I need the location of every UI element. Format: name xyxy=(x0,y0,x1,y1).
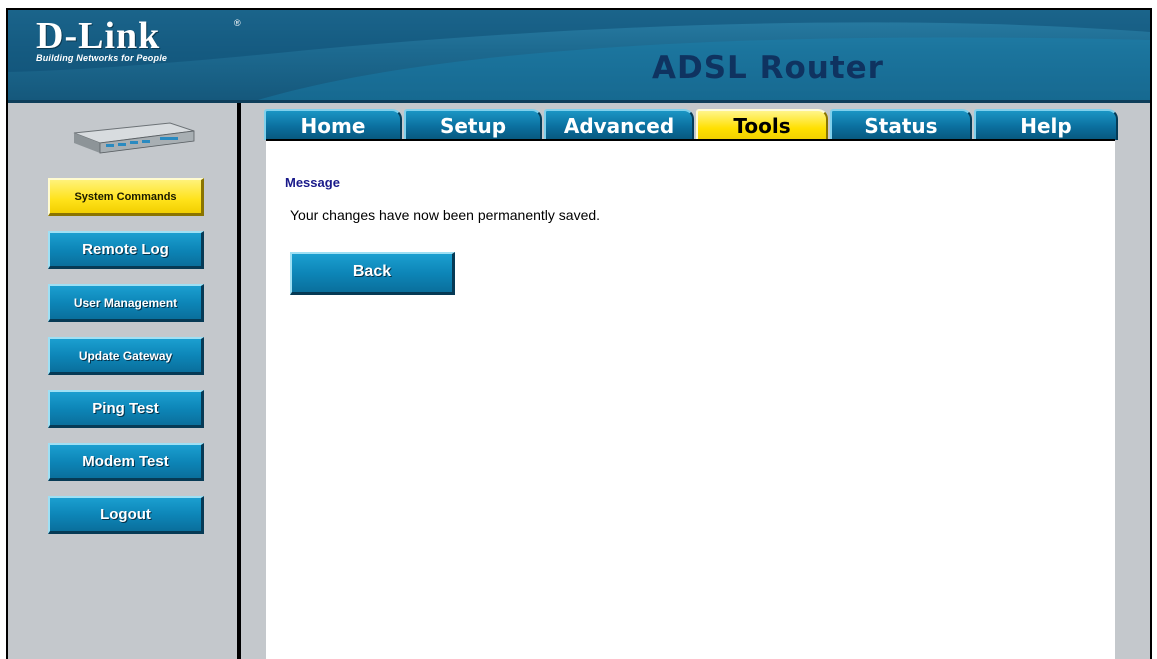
sidebar-item-user-management[interactable]: User Management xyxy=(48,284,204,322)
message-heading: Message xyxy=(285,175,340,190)
dlink-logo: D-Link ® Building Networks for People xyxy=(36,15,241,63)
header-banner: D-Link ® Building Networks for People AD… xyxy=(8,10,1150,103)
logo-wordmark: D-Link xyxy=(36,15,161,57)
message-text: Your changes have now been permanently s… xyxy=(290,207,601,223)
main-tab-bar: Home Setup Advanced Tools Status Help xyxy=(264,109,1120,142)
product-title: ADSL Router xyxy=(652,50,884,86)
tab-home[interactable]: Home xyxy=(264,109,402,140)
sidebar-divider xyxy=(237,103,241,659)
tab-advanced[interactable]: Advanced xyxy=(544,109,694,140)
router-window: D-Link ® Building Networks for People AD… xyxy=(6,8,1152,659)
router-device-icon xyxy=(73,122,195,154)
sidebar-item-system-commands[interactable]: System Commands xyxy=(48,178,204,216)
tab-help[interactable]: Help xyxy=(974,109,1118,140)
right-margin xyxy=(1115,103,1150,659)
content-panel: Message Your changes have now been perma… xyxy=(266,139,1115,659)
tab-status[interactable]: Status xyxy=(830,109,972,140)
logo-registered-mark: ® xyxy=(234,18,241,28)
sidebar-item-ping-test[interactable]: Ping Test xyxy=(48,390,204,428)
sidebar-item-logout[interactable]: Logout xyxy=(48,496,204,534)
tab-setup[interactable]: Setup xyxy=(404,109,542,140)
tab-tools[interactable]: Tools xyxy=(696,109,828,140)
sidebar-item-modem-test[interactable]: Modem Test xyxy=(48,443,204,481)
sidebar-item-remote-log[interactable]: Remote Log xyxy=(48,231,204,269)
sidebar: System Commands Remote Log User Manageme… xyxy=(8,103,234,659)
header-wave-graphic xyxy=(8,10,1150,100)
sidebar-item-update-gateway[interactable]: Update Gateway xyxy=(48,337,204,375)
logo-tagline: Building Networks for People xyxy=(36,53,168,63)
back-button[interactable]: Back xyxy=(290,252,455,295)
